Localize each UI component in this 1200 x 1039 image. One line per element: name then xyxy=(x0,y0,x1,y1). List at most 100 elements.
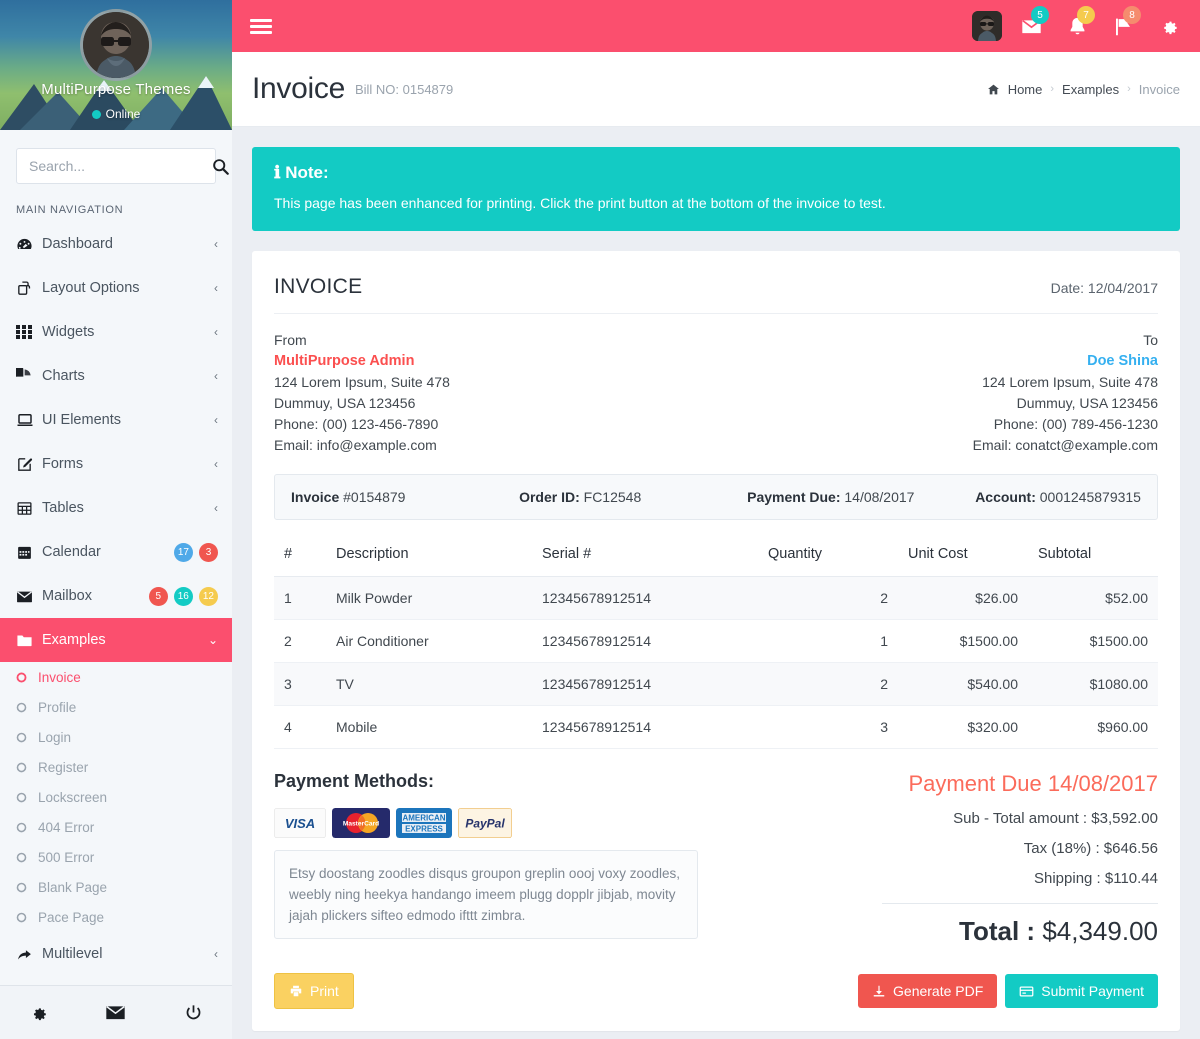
payment-due-heading: Payment Due 14/08/2017 xyxy=(698,771,1158,797)
invoice-meta-bar: Invoice #0154879 Order ID: FC12548 Payme… xyxy=(274,474,1158,520)
chevron-left-icon: ‹ xyxy=(214,457,218,471)
circle-o-icon xyxy=(16,822,38,833)
grand-total-label: Total : xyxy=(959,916,1036,946)
sidebar-link-mailbox[interactable]: Mailbox 5 16 12 xyxy=(0,574,232,618)
from-email: Email: info@example.com xyxy=(274,437,437,453)
sidebar-link-examples[interactable]: Examples ⌄ xyxy=(0,618,232,662)
sidebar-link-charts[interactable]: Charts ‹ xyxy=(0,354,232,398)
cell-unit-cost: $320.00 xyxy=(898,705,1028,749)
pie-chart-icon xyxy=(10,363,42,384)
sidebar-item-mailbox[interactable]: Mailbox 5 16 12 xyxy=(0,574,232,618)
cell-subtotal: $52.00 xyxy=(1028,576,1158,620)
breadcrumb-home[interactable]: Home xyxy=(1008,82,1043,97)
topbar-messages-button[interactable]: 5 xyxy=(1014,6,1049,43)
chevron-left-icon: ‹ xyxy=(214,501,218,515)
meta-order-id: Order ID: FC12548 xyxy=(519,489,747,505)
meta-invoice: Invoice #0154879 xyxy=(291,489,519,505)
hamburger-icon[interactable] xyxy=(250,18,272,34)
topbar-notifications-button[interactable]: 7 xyxy=(1060,6,1095,43)
sidebar-item-charts[interactable]: Charts ‹ xyxy=(0,354,232,398)
total-line-tax: Tax (18%) : $646.56 xyxy=(1023,840,1158,857)
amex-card-icon: AMERICAN EXPRESS xyxy=(396,808,452,838)
sidebar-link-widgets[interactable]: Widgets ‹ xyxy=(0,310,232,354)
sidebar-subitem-profile[interactable]: Profile xyxy=(0,692,232,722)
badge: 12 xyxy=(198,586,218,606)
topbar-avatar[interactable] xyxy=(972,11,1002,41)
payment-methods-section: Payment Methods: VISA MasterCard AMERICA… xyxy=(274,771,698,947)
sidebar-item-layout-options[interactable]: Layout Options ‹ xyxy=(0,266,232,310)
meta-payment-due-label: Payment Due: xyxy=(747,489,841,505)
topbar-settings-button[interactable] xyxy=(1152,9,1186,43)
sidebar-subitem-404-error[interactable]: 404 Error xyxy=(0,812,232,842)
sidebar-nav: Dashboard ‹ Layout Options ‹ Widgets ‹ C… xyxy=(0,222,232,662)
laptop-icon xyxy=(16,411,42,429)
power-icon xyxy=(186,1005,201,1020)
sidebar-subitem-500-error[interactable]: 500 Error xyxy=(0,842,232,872)
grid-icon xyxy=(16,324,42,340)
sidebar-profile: MultiPurpose Themes Online xyxy=(0,0,232,130)
topbar-tasks-button[interactable]: 8 xyxy=(1106,6,1141,43)
search-box[interactable] xyxy=(16,148,229,184)
sidebar-sublabel-500-error: 500 Error xyxy=(38,849,95,865)
sidebar-sublabel-invoice: Invoice xyxy=(38,669,81,685)
sidebar-mail-button[interactable] xyxy=(77,1002,154,1023)
sidebar-item-multilevel[interactable]: Multilevel ‹ xyxy=(0,932,232,976)
sidebar-subitem-pace-page[interactable]: Pace Page xyxy=(0,902,232,932)
sidebar-subitem-invoice[interactable]: Invoice xyxy=(0,662,232,692)
sidebar-footer xyxy=(0,985,232,1039)
from-name: MultiPurpose Admin xyxy=(274,353,415,369)
sidebar-subitem-register[interactable]: Register xyxy=(0,752,232,782)
sidebar-label-widgets: Widgets xyxy=(42,324,95,340)
submit-payment-button[interactable]: Submit Payment xyxy=(1005,974,1158,1008)
sidebar-item-widgets[interactable]: Widgets ‹ xyxy=(0,310,232,354)
sidebar-subitem-login[interactable]: Login xyxy=(0,722,232,752)
sidebar-link-layout-options[interactable]: Layout Options ‹ xyxy=(0,266,232,310)
search-input[interactable] xyxy=(29,158,210,174)
sidebar: MultiPurpose Themes Online MAIN NAVIGATI… xyxy=(0,0,232,1039)
calendar-badges: 17 3 xyxy=(173,542,218,562)
sidebar-label-dashboard: Dashboard xyxy=(42,236,113,252)
print-button[interactable]: Print xyxy=(274,973,354,1009)
app-root: MultiPurpose Themes Online MAIN NAVIGATI… xyxy=(0,0,1200,1039)
breadcrumb-examples[interactable]: Examples xyxy=(1062,82,1119,97)
page-header: Invoice Bill NO: 0154879 Home › Examples… xyxy=(232,52,1200,127)
meta-order-id-label: Order ID: xyxy=(519,489,580,505)
sidebar-sublabel-pace-page: Pace Page xyxy=(38,909,105,925)
invoice-totals: Payment Due 14/08/2017 Sub - Total amoun… xyxy=(698,771,1158,947)
download-icon xyxy=(873,985,885,997)
meta-payment-due-value: 14/08/2017 xyxy=(844,489,915,505)
sidebar-subitem-lockscreen[interactable]: Lockscreen xyxy=(0,782,232,812)
sidebar-logout-button[interactable] xyxy=(155,1003,232,1022)
sidebar-item-forms[interactable]: Forms ‹ xyxy=(0,442,232,486)
sidebar-item-tables[interactable]: Tables ‹ xyxy=(0,486,232,530)
sidebar-item-dashboard[interactable]: Dashboard ‹ xyxy=(0,222,232,266)
invoice-items-table: # Description Serial # Quantity Unit Cos… xyxy=(274,538,1158,749)
search-button[interactable] xyxy=(210,158,231,175)
cell-subtotal: $1080.00 xyxy=(1028,662,1158,706)
paypal-card-icon: PayPal xyxy=(458,808,512,838)
sidebar-item-ui-elements[interactable]: UI Elements ‹ xyxy=(0,398,232,442)
meta-order-id-value: FC12548 xyxy=(583,489,642,505)
layers-icon xyxy=(16,280,42,297)
sidebar-link-multilevel[interactable]: Multilevel ‹ xyxy=(0,932,232,976)
sidebar-item-examples[interactable]: Examples ⌄ xyxy=(0,618,232,662)
avatar[interactable] xyxy=(80,9,152,81)
generate-pdf-button[interactable]: Generate PDF xyxy=(858,974,998,1008)
sidebar-item-calendar[interactable]: Calendar 17 3 xyxy=(0,530,232,574)
sidebar-link-forms[interactable]: Forms ‹ xyxy=(0,442,232,486)
sidebar-settings-button[interactable] xyxy=(0,1003,77,1022)
page-content: ℹ Note: This page has been enhanced for … xyxy=(232,127,1200,1039)
sidebar-link-ui-elements[interactable]: UI Elements ‹ xyxy=(0,398,232,442)
sidebar-link-tables[interactable]: Tables ‹ xyxy=(0,486,232,530)
profile-name: MultiPurpose Themes xyxy=(41,81,191,98)
chevron-left-icon: ‹ xyxy=(214,237,218,251)
table-row: 2 Air Conditioner 12345678912514 1 $1500… xyxy=(274,619,1158,663)
credit-card-icon xyxy=(1019,986,1034,996)
sidebar-subitem-blank-page[interactable]: Blank Page xyxy=(0,872,232,902)
cell-unit-cost: $26.00 xyxy=(898,576,1028,620)
cell-unit-cost: $1500.00 xyxy=(898,619,1028,663)
sidebar-link-dashboard[interactable]: Dashboard ‹ xyxy=(0,222,232,266)
sidebar-link-calendar[interactable]: Calendar 17 3 xyxy=(0,530,232,574)
meta-account-label: Account: xyxy=(975,489,1036,505)
to-address2: Dummuy, USA 123456 xyxy=(1016,395,1158,411)
